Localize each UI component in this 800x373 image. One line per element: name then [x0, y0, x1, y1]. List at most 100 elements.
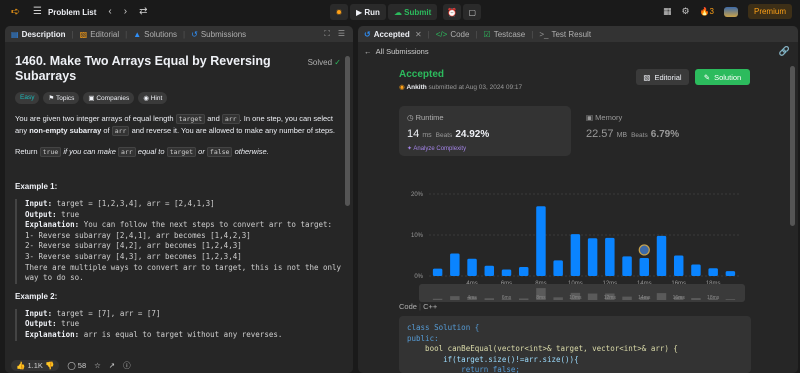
navigator-tick-label: 8ms	[536, 295, 546, 301]
timer-button[interactable]: ⏰	[443, 4, 462, 20]
fire-icon: 🔥	[699, 7, 710, 16]
leetcode-logo-icon[interactable]: ➪	[11, 6, 21, 18]
runtime-distribution-chart[interactable]: 0%10%20%4ms6ms8ms10ms12ms14ms16ms18ms4ms…	[399, 164, 751, 304]
tab-editorial[interactable]: ▧ Editorial	[80, 30, 125, 39]
submit-button[interactable]: ☁ Submit	[387, 4, 438, 20]
memory-card[interactable]: ▣ Memory 22.57 MB Beats 6.79%	[578, 106, 750, 156]
tab-submissions[interactable]: ↺ Submissions	[191, 30, 252, 39]
collapse-icon[interactable]: ☰	[338, 29, 345, 39]
close-icon[interactable]: ✕	[413, 30, 422, 39]
document-icon: ▤	[11, 29, 19, 39]
memory-beats: 6.79%	[650, 129, 680, 140]
explanation-label: Explanation:	[25, 220, 80, 230]
code-label: Code	[399, 302, 417, 311]
tab-accepted[interactable]: ↺ Accepted ✕	[364, 30, 428, 39]
solution-button[interactable]: ✎ Solution	[695, 69, 750, 85]
notes-button[interactable]: ▢	[463, 4, 482, 20]
navigator-tick-label: 4ms	[467, 295, 477, 301]
tab-description[interactable]: ▤ Description	[11, 30, 72, 39]
comments-button[interactable]: ◯ 58	[67, 361, 86, 370]
tab-solutions[interactable]: ▲ Solutions	[133, 30, 183, 39]
navigator-tick-label: 18ms	[707, 295, 720, 301]
companies-label: Companies	[96, 95, 130, 102]
share-icon[interactable]: ↗	[109, 361, 115, 370]
problem-list-icon[interactable]: ☰	[33, 7, 42, 17]
input-value: target = [1,2,3,4], arr = [2,4,1,3]	[52, 199, 215, 208]
statement-bold: non-empty subarray	[29, 126, 102, 135]
submission-scrollbar[interactable]	[790, 66, 795, 226]
tab-testcase[interactable]: ☑ Testcase	[484, 30, 532, 39]
all-submissions-link[interactable]: ← All Submissions	[364, 47, 429, 56]
note-icon: ▢	[468, 7, 477, 17]
avatar[interactable]	[723, 6, 738, 17]
runtime-card[interactable]: ◷ Runtime 14 ms Beats 24.92% ✦ Analyze Co…	[399, 106, 571, 156]
code-header: Code | C++	[399, 302, 438, 311]
analyze-complexity-link[interactable]: ✦ Analyze Complexity	[407, 145, 563, 152]
code-block: class Solution { public: bool canBeEqual…	[399, 316, 751, 373]
like-count: 1.1K	[27, 360, 43, 370]
description-scrollbar[interactable]	[345, 56, 350, 206]
thumbs-down-icon: 👎	[44, 360, 55, 370]
tab-test-result[interactable]: >_ Test Result	[539, 30, 597, 39]
tab-editorial-label: Editorial	[90, 29, 120, 39]
shuffle-icon[interactable]: ⇄	[139, 7, 147, 17]
statement-text: of	[101, 126, 112, 135]
chart-bar	[691, 264, 701, 276]
help-icon[interactable]: ⓘ	[123, 360, 131, 371]
tab-submissions-label: Submissions	[200, 29, 247, 39]
debug-button[interactable]: ✹	[330, 4, 348, 20]
chart-bar	[553, 260, 563, 276]
username[interactable]: Ankith	[406, 84, 426, 91]
analyze-label: Analyze Complexity	[413, 146, 467, 152]
alarm-icon: ⏰	[447, 7, 458, 17]
inline-code: arr	[221, 114, 240, 124]
solved-status: Solved ✓	[308, 58, 341, 67]
maximize-icon[interactable]: ⛶	[324, 29, 330, 39]
code-line: if(target.size()!=arr.size()){	[407, 354, 579, 364]
history-icon: ↺	[191, 29, 198, 39]
check-circle-icon: ✓	[334, 58, 341, 67]
chart-bar	[467, 258, 477, 276]
premium-button[interactable]: Premium	[747, 4, 792, 19]
hint-tag[interactable]: ◉ Hint	[138, 92, 168, 104]
star-icon[interactable]: ☆	[94, 361, 101, 370]
code-icon: </>	[435, 29, 448, 39]
input-value: target = [7], arr = [7]	[52, 308, 161, 318]
right-tabbar: ↺ Accepted ✕ | </> Code | ☑ Testcase | >_ Te…	[358, 26, 798, 42]
navigator-tick-label: 16ms	[673, 295, 686, 301]
inline-code: true	[39, 147, 62, 157]
statement-text: if you can make	[61, 147, 118, 156]
y-tick-label: 0%	[414, 274, 423, 280]
chip-icon: ▣	[586, 113, 596, 122]
top-bar: ➪ ☰ Problem List ‹ › ⇄ ✹ ▶ Run ☁ Submit …	[0, 0, 800, 24]
editorial-button[interactable]: ▧ Editorial	[636, 69, 689, 85]
run-label: Run	[364, 7, 380, 17]
streak-counter[interactable]: 🔥3	[700, 7, 714, 16]
navigator-bar	[656, 293, 667, 300]
companies-tag[interactable]: ▣ Companies	[83, 92, 135, 104]
tab-code[interactable]: </> Code	[436, 30, 476, 39]
problem-tags: Easy ⚑ Topics ▣ Companies ◉ Hint	[15, 92, 343, 104]
chart-bar	[484, 265, 495, 276]
hint-label: Hint	[150, 95, 163, 102]
link-icon[interactable]: 🔗	[779, 46, 790, 57]
history-icon: ↺	[364, 29, 371, 39]
chart-bar	[501, 269, 512, 276]
settings-icon[interactable]: ⚙	[681, 6, 689, 17]
arrow-left-icon: ←	[364, 47, 376, 56]
topics-tag[interactable]: ⚑ Topics	[43, 92, 80, 104]
submission-status: Accepted	[399, 69, 445, 80]
tab-solutions-label: Solutions	[144, 29, 178, 39]
next-problem-icon[interactable]: ›	[124, 7, 127, 17]
chart-bar	[639, 257, 650, 276]
problem-list-link[interactable]: Problem List	[48, 8, 96, 17]
prev-problem-icon[interactable]: ‹	[108, 7, 111, 17]
chart-bar	[450, 253, 460, 276]
like-button[interactable]: 👍 1.1K 👎	[11, 359, 60, 371]
layout-icon[interactable]: ▦	[663, 6, 672, 17]
run-button[interactable]: ▶ Run	[350, 4, 386, 20]
code-line: bool canBeEqual(vector<int>& target, vec…	[407, 344, 678, 353]
edit-icon: ✎	[703, 72, 711, 82]
navigator-tick-label: 6ms	[502, 295, 512, 301]
tab-code-label: Code	[450, 29, 470, 39]
